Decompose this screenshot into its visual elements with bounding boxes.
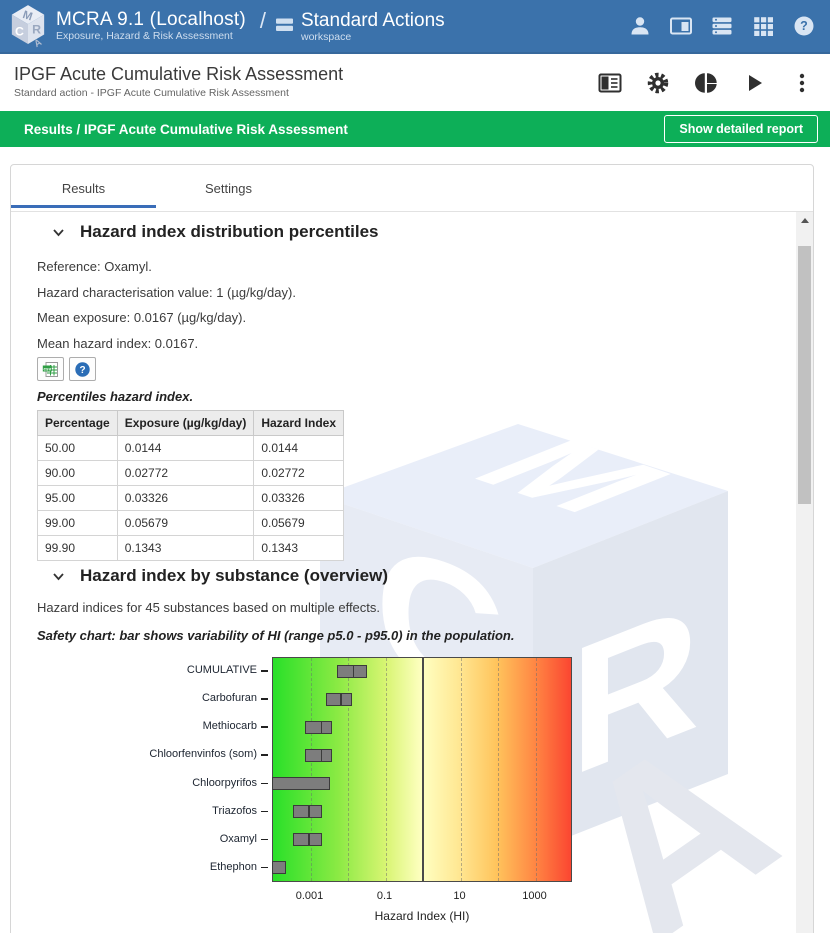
chart-x-axis-title: Hazard Index (HI) — [272, 909, 572, 923]
mcra-logo[interactable]: M C R A — [9, 4, 47, 48]
logo-letter-r: R — [32, 23, 41, 37]
user-icon[interactable] — [628, 14, 652, 38]
workspace-icon — [276, 17, 294, 33]
report-panel-icon[interactable] — [598, 71, 622, 95]
chart-bar-median — [321, 721, 323, 734]
chart-bar — [337, 665, 366, 678]
chart-category-label: Chloorfenvinfos (som) — [61, 748, 257, 760]
chart-axis-tick-dash — [261, 698, 268, 700]
chart-bar — [293, 833, 322, 846]
server-list-icon[interactable] — [710, 14, 734, 38]
chart-x-tick-label: 1000 — [500, 890, 570, 902]
page-subtitle: Standard action - IPGF Acute Cumulative … — [14, 88, 343, 100]
results-scroll-area: M C R A Hazard index distribution percen… — [11, 212, 796, 933]
chart-x-tick-label: 0.001 — [275, 890, 345, 902]
chart-axis-tick-dash — [261, 867, 268, 869]
tab-results[interactable]: Results — [11, 165, 156, 211]
scrollbar-thumb[interactable] — [798, 246, 811, 504]
top-navbar: M C R A MCRA 9.1 (Localhost) Exposure, H… — [0, 0, 830, 54]
chart-gridline — [311, 658, 312, 881]
workspace-subtitle: workspace — [301, 32, 445, 43]
more-menu-icon[interactable] — [790, 71, 814, 95]
show-detailed-report-button[interactable]: Show detailed report — [664, 115, 818, 143]
chart-category-label: Triazofos — [61, 805, 257, 817]
breadcrumb: Results / IPGF Acute Cumulative Risk Ass… — [24, 122, 348, 137]
chart-axis-tick-dash — [261, 811, 268, 813]
tab-settings[interactable]: Settings — [156, 165, 301, 211]
chart-bar — [272, 861, 286, 874]
chart-x-tick-label: 0.1 — [350, 890, 420, 902]
chart-gridline — [536, 658, 537, 881]
mcra-cube-logo-icon: M C R A — [9, 4, 47, 48]
chart-bar-median — [321, 749, 323, 762]
chart-bar — [272, 777, 330, 790]
action-header: IPGF Acute Cumulative Risk Assessment St… — [0, 54, 830, 111]
logo-letter-c: C — [15, 25, 24, 39]
hazard-index-chart: CUMULATIVE Carbofuran Methiocarb Chloorfenv… — [11, 212, 796, 933]
logo-letter-a: A — [32, 37, 44, 48]
run-icon[interactable] — [742, 71, 766, 95]
app-brand-text[interactable]: MCRA 9.1 (Localhost) Exposure, Hazard & … — [56, 10, 246, 43]
chart-bar-median — [308, 805, 310, 818]
chart-category-label: Methiocarb — [61, 720, 257, 732]
chart-category-label: Ethephon — [61, 861, 257, 873]
chart-bar — [305, 721, 333, 734]
chart-axis-tick-dash — [261, 726, 268, 728]
chart-gridline — [461, 658, 462, 881]
scroll-up-arrow-icon[interactable] — [796, 212, 813, 229]
tab-bar: Results Settings — [11, 165, 813, 212]
chart-bar — [305, 749, 333, 762]
results-breadcrumb-bar: Results / IPGF Acute Cumulative Risk Ass… — [0, 111, 830, 147]
window-panel-icon[interactable] — [669, 14, 693, 38]
apps-grid-icon[interactable] — [751, 14, 775, 38]
chart-reference-line — [422, 658, 424, 881]
chart-axis-tick-dash — [261, 783, 268, 785]
chart-axis-tick-dash — [261, 754, 268, 756]
pie-chart-icon[interactable] — [694, 71, 718, 95]
chart-x-tick-label: 10 — [425, 890, 495, 902]
chart-bar-median — [340, 693, 342, 706]
help-icon[interactable]: ? — [792, 14, 816, 38]
vertical-scrollbar[interactable] — [796, 212, 813, 933]
chart-plot-area — [272, 657, 572, 882]
chart-gridline — [386, 658, 387, 881]
chart-bar — [293, 805, 322, 818]
chart-category-label: Chloorpyrifos — [61, 777, 257, 789]
action-icon-group — [598, 71, 814, 95]
workspace-title: Standard Actions — [301, 11, 445, 31]
page-title: IPGF Acute Cumulative Risk Assessment — [14, 65, 343, 85]
chart-gridline — [348, 658, 349, 881]
topbar-icon-group: ? — [628, 14, 816, 38]
results-container: Results Settings M C R A Hazard index di… — [10, 164, 814, 933]
chart-bar-median — [353, 665, 355, 678]
chart-axis-tick-dash — [261, 839, 268, 841]
tab-label: Settings — [205, 181, 252, 196]
chart-category-label: CUMULATIVE — [61, 664, 257, 676]
tab-label: Results — [62, 181, 105, 196]
app-title[interactable]: MCRA 9.1 (Localhost) — [56, 10, 246, 30]
settings-gear-icon[interactable] — [646, 71, 670, 95]
chart-category-label: Carbofuran — [61, 692, 257, 704]
chart-bar-median — [308, 833, 310, 846]
chart-axis-tick-dash — [261, 670, 268, 672]
chart-bar — [326, 693, 352, 706]
chart-category-label: Oxamyl — [61, 833, 257, 845]
app-subtitle: Exposure, Hazard & Risk Assessment — [56, 31, 246, 42]
workspace-link[interactable]: Standard Actions workspace — [276, 11, 445, 44]
svg-text:?: ? — [800, 19, 808, 33]
breadcrumb-separator: / — [260, 8, 266, 34]
chart-gridline — [498, 658, 499, 881]
